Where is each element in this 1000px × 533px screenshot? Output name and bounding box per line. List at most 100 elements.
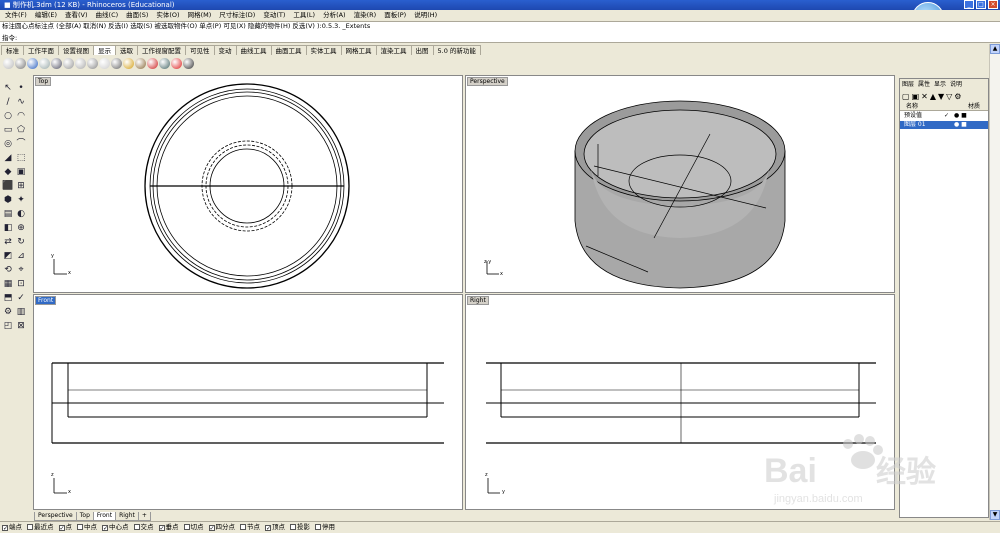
osnap-checkbox[interactable]	[77, 524, 83, 530]
toolbar-tab[interactable]: 选取	[115, 45, 138, 55]
move-down-icon[interactable]: ▼	[938, 92, 946, 101]
viewport-tab[interactable]: Right	[115, 512, 139, 521]
toolbar-tab[interactable]: 工作平面	[23, 45, 59, 55]
menu-item[interactable]: 网格(M)	[185, 10, 217, 21]
viewport-tab[interactable]: Top	[75, 512, 94, 521]
osnap-checkbox[interactable]: ✓	[208, 525, 215, 532]
menu-item[interactable]: 文件(F)	[2, 10, 32, 21]
undo-icon[interactable]: ⟲	[2, 264, 14, 276]
menu-item[interactable]: 面板(P)	[381, 10, 411, 21]
menu-item[interactable]: 说明(H)	[411, 10, 442, 21]
toolbar-tab[interactable]: 工作视窗配置	[137, 45, 186, 55]
menu-item[interactable]: 编辑(E)	[32, 10, 62, 21]
mesh-icon[interactable]: ⬢	[2, 194, 14, 206]
panel-tab[interactable]: 显示	[932, 79, 948, 90]
solid-icon[interactable]: ◆	[2, 166, 14, 178]
osnap-checkbox[interactable]	[133, 524, 140, 530]
osnap-item[interactable]: 中点	[77, 522, 97, 533]
xray-sphere-icon[interactable]	[51, 58, 62, 69]
osnap-checkbox[interactable]	[240, 524, 246, 530]
flat-sphere-icon[interactable]	[63, 58, 74, 69]
osnap-item[interactable]: ✓顶点	[265, 522, 285, 533]
close-button[interactable]: ×	[988, 0, 998, 9]
osnap-checkbox[interactable]: ✓	[265, 525, 271, 532]
osnap-checkbox[interactable]: ✓	[102, 525, 108, 532]
osnap-item[interactable]: 投影	[290, 522, 310, 533]
menu-item[interactable]: 曲面(S)	[123, 10, 153, 21]
point-icon[interactable]: •	[15, 82, 27, 94]
toolbar-tab[interactable]: 曲面工具	[270, 45, 307, 55]
menu-item[interactable]: 尺寸标注(D)	[216, 10, 260, 21]
toolbar-tab[interactable]: 显示	[93, 45, 116, 55]
light-icon[interactable]: ✦	[15, 194, 27, 206]
vertical-scrollbar[interactable]: ▲ ▼	[989, 44, 1000, 520]
menu-item[interactable]: 工具(L)	[290, 10, 320, 21]
osnap-item[interactable]: ✓端点	[2, 522, 22, 533]
snap-icon[interactable]: ⌖	[15, 264, 27, 276]
technical-icon[interactable]	[75, 58, 86, 69]
minimize-button[interactable]: _	[964, 0, 974, 9]
osnap-item[interactable]: 交点	[133, 522, 154, 533]
extrude-icon[interactable]: ⬚	[15, 152, 27, 164]
osnap-item[interactable]: ✓四分点	[208, 522, 235, 533]
viewport-front[interactable]: Front z x	[33, 294, 463, 510]
toolbar-tab[interactable]: 曲线工具	[235, 45, 272, 55]
toolbar-tab[interactable]: 设置视图	[58, 45, 94, 55]
viewport-tab[interactable]: Perspective	[34, 512, 77, 521]
polygon-icon[interactable]: ⬠	[15, 124, 27, 136]
surface-icon[interactable]: ◢	[2, 152, 14, 164]
rectangle-icon[interactable]: ▭	[2, 124, 14, 136]
osnap-item[interactable]: 切点	[183, 522, 204, 533]
toolbar-tab[interactable]: 变动	[213, 45, 237, 55]
osnap-checkbox[interactable]	[183, 524, 190, 530]
move-icon[interactable]: ⇄	[2, 236, 14, 248]
color-sphere-icon[interactable]	[123, 58, 134, 69]
layer-icon[interactable]: ▤	[2, 208, 14, 220]
command-input[interactable]	[19, 31, 920, 40]
osnap-item[interactable]: 节点	[240, 522, 260, 533]
check-icon[interactable]: ✓	[15, 292, 27, 304]
viewport-label-top[interactable]: Top	[35, 77, 52, 86]
osnap-checkbox[interactable]: ✓	[2, 525, 8, 532]
menu-item[interactable]: 实体(O)	[153, 10, 184, 21]
scroll-up-button[interactable]: ▲	[990, 44, 1000, 54]
box-icon[interactable]: ▣	[15, 166, 27, 178]
material-icon[interactable]	[135, 58, 146, 69]
menu-item[interactable]: 曲线(C)	[93, 10, 124, 21]
maximize-button[interactable]: □	[976, 0, 986, 9]
rendered-sphere-icon[interactable]	[27, 58, 38, 69]
osnap-item[interactable]: ✓垂点	[158, 522, 179, 533]
viewport-right[interactable]: Right z y	[465, 294, 895, 510]
osnap-item[interactable]: ✓点	[58, 522, 72, 533]
toolbar-tab[interactable]: 实体工具	[305, 45, 342, 55]
viewport-label-right[interactable]: Right	[467, 296, 489, 305]
cube-icon[interactable]: ⬛	[2, 180, 14, 192]
osnap-item[interactable]: 停用	[315, 522, 335, 533]
curve-icon[interactable]: ∿	[15, 96, 27, 108]
options-icon[interactable]: ⚙	[2, 306, 14, 318]
toolbar-tab[interactable]: 标准	[1, 45, 24, 55]
monitor-icon[interactable]	[183, 58, 194, 69]
menu-item[interactable]: 渲染(R)	[351, 10, 382, 21]
panel-tab[interactable]: 图层	[900, 79, 916, 90]
boolean-icon[interactable]: ⊞	[15, 180, 27, 192]
rotate-icon[interactable]: ↻	[15, 236, 27, 248]
wireframe-sphere-icon[interactable]	[3, 58, 14, 69]
block-icon[interactable]: ◰	[2, 320, 14, 332]
osnap-checkbox[interactable]: ✓	[158, 525, 165, 532]
tools-icon[interactable]: ⚙	[954, 92, 963, 101]
display-mode-icon[interactable]	[159, 58, 170, 69]
panel-tab[interactable]: 说明	[948, 79, 964, 90]
viewport-label-perspective[interactable]: Perspective	[467, 77, 508, 86]
osnap-item[interactable]: ✓中心点	[102, 522, 129, 533]
new-sublayer-icon[interactable]: ▣	[912, 92, 922, 101]
osnap-checkbox[interactable]	[290, 524, 296, 530]
shaded-sphere-icon[interactable]	[15, 58, 26, 69]
split-icon[interactable]: ◧	[2, 222, 14, 234]
osnap-checkbox[interactable]	[27, 524, 33, 530]
shade-icon[interactable]	[111, 58, 122, 69]
toolbar-tab[interactable]: 可见性	[185, 45, 215, 55]
toolbar-tab[interactable]: 出图	[410, 45, 434, 55]
osnap-item[interactable]: 最近点	[27, 522, 54, 533]
group-icon[interactable]: ⊡	[15, 278, 27, 290]
